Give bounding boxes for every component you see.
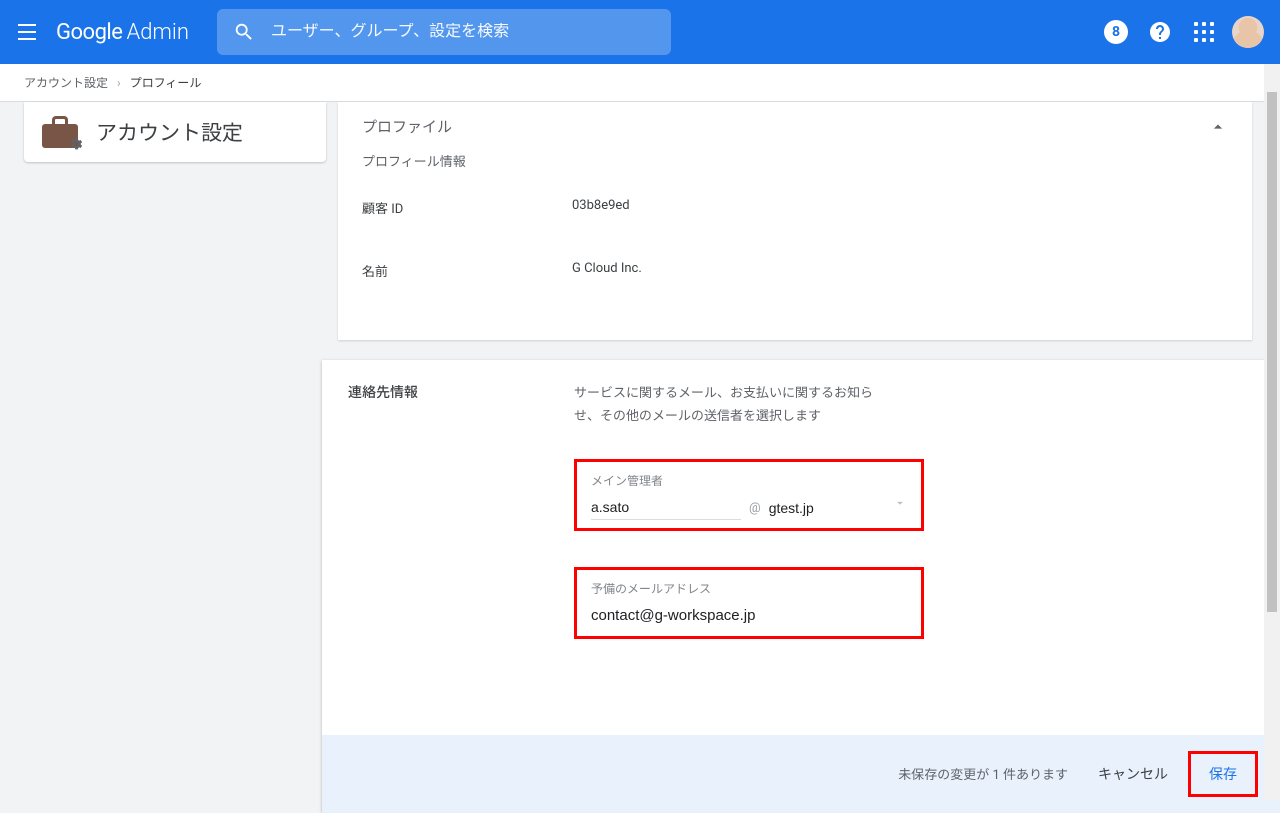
chevron-up-icon xyxy=(1208,117,1228,137)
breadcrumb-sep: › xyxy=(117,76,121,90)
logo-google-text: Google xyxy=(56,20,122,45)
profile-panel-title: プロファイル xyxy=(362,116,452,137)
primary-admin-domain-select[interactable] xyxy=(769,496,879,520)
backup-email-field: 予備のメールアドレス xyxy=(574,567,924,639)
org-name-value: G Cloud Inc. xyxy=(572,261,642,280)
primary-admin-label: メイン管理者 xyxy=(591,472,907,489)
org-name-label: 名前 xyxy=(362,261,572,280)
help-icon xyxy=(1148,20,1172,44)
contact-panel-description: サービスに関するメール、お支払いに関するお知らせ、その他のメールの送信者を選択し… xyxy=(574,382,884,429)
scrollbar[interactable] xyxy=(1264,64,1280,800)
apps-button[interactable] xyxy=(1184,12,1224,52)
contact-panel: 連絡先情報 サービスに関するメール、お支払いに関するお知らせ、その他のメールの送… xyxy=(322,360,1280,813)
logo[interactable]: Google Admin xyxy=(56,20,189,45)
apps-icon xyxy=(1194,22,1214,42)
menu-icon[interactable] xyxy=(16,20,40,44)
account-badge-button[interactable]: 8 xyxy=(1096,12,1136,52)
customer-id-label: 顧客 ID xyxy=(362,198,572,217)
badge-icon: 8 xyxy=(1104,20,1128,44)
save-highlight: 保存 xyxy=(1188,751,1258,797)
breadcrumb-current: プロフィール xyxy=(130,76,202,90)
editor-footer: 未保存の変更が 1 件あります キャンセル 保存 xyxy=(322,735,1280,813)
profile-panel-subtitle: プロフィール情報 xyxy=(338,151,1252,176)
backup-email-label: 予備のメールアドレス xyxy=(591,580,907,597)
contact-panel-title: 連絡先情報 xyxy=(348,382,574,675)
sidebar-title: アカウント設定 xyxy=(96,117,243,147)
table-row: 名前 G Cloud Inc. xyxy=(338,239,1252,340)
dropdown-icon[interactable] xyxy=(893,495,907,514)
breadcrumb-root[interactable]: アカウント設定 xyxy=(24,76,108,90)
primary-admin-field: メイン管理者 @ xyxy=(574,459,924,531)
at-sign: @ xyxy=(749,501,761,516)
primary-admin-user-input[interactable] xyxy=(591,495,741,520)
breadcrumb: アカウント設定 › プロフィール xyxy=(0,64,1280,102)
cancel-button[interactable]: キャンセル xyxy=(1098,764,1168,784)
search-input[interactable] xyxy=(271,23,655,41)
app-header: Google Admin 8 xyxy=(0,0,1280,64)
profile-panel: プロファイル プロフィール情報 顧客 ID 03b8e9ed 名前 G Clou… xyxy=(338,102,1252,340)
help-button[interactable] xyxy=(1140,12,1180,52)
table-row: 顧客 ID 03b8e9ed xyxy=(338,176,1252,239)
search-bar[interactable] xyxy=(217,9,671,55)
logo-admin-text: Admin xyxy=(126,20,189,45)
profile-panel-header[interactable]: プロファイル xyxy=(338,102,1252,151)
briefcase-icon xyxy=(42,116,80,148)
avatar[interactable] xyxy=(1232,16,1264,48)
sidebar-card[interactable]: アカウント設定 xyxy=(24,102,326,162)
content-column: プロファイル プロフィール情報 顧客 ID 03b8e9ed 名前 G Clou… xyxy=(338,102,1252,813)
scrollbar-thumb[interactable] xyxy=(1267,92,1277,612)
main-area: アカウント設定 プロファイル プロフィール情報 顧客 ID 03b8e9ed 名… xyxy=(0,102,1280,813)
unsaved-changes-message: 未保存の変更が 1 件あります xyxy=(898,764,1068,783)
search-icon xyxy=(233,21,255,43)
backup-email-input[interactable] xyxy=(591,603,907,628)
save-button[interactable]: 保存 xyxy=(1193,756,1253,792)
customer-id-value: 03b8e9ed xyxy=(572,198,630,217)
